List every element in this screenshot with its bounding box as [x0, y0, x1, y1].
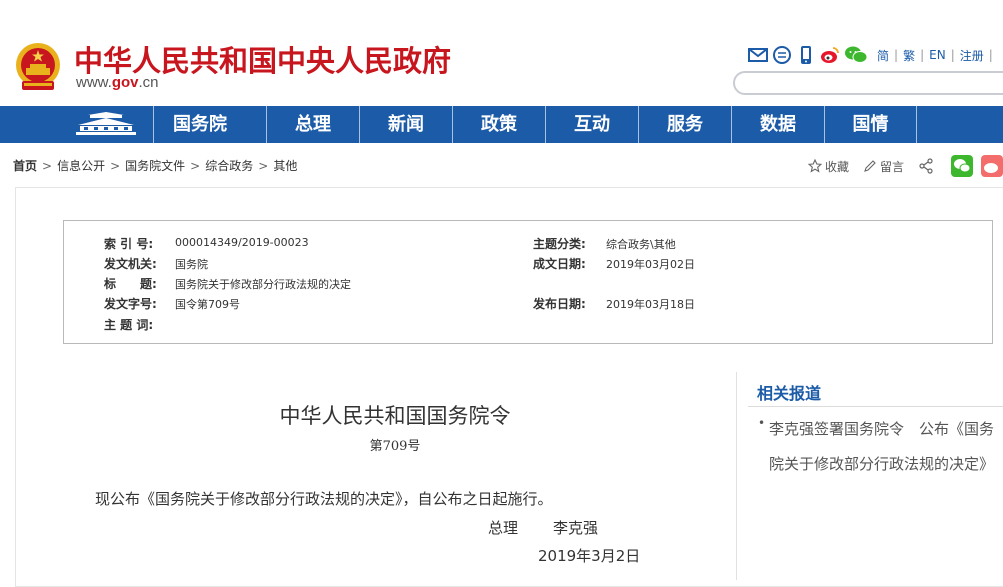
breadcrumb-arrow: >: [258, 159, 269, 173]
bullet-icon: •: [758, 416, 766, 430]
published-date-label: 发布日期:: [533, 297, 586, 311]
breadcrumb-other[interactable]: 其他: [273, 159, 297, 173]
nav-item-interaction[interactable]: 互动: [545, 106, 638, 143]
favorite-button[interactable]: 收藏: [808, 158, 849, 175]
breadcrumb-general-affairs[interactable]: 综合政务: [205, 159, 253, 173]
lang-separator: |: [988, 48, 993, 62]
wechat-icon[interactable]: [844, 45, 868, 65]
breadcrumb-arrow: >: [190, 159, 201, 173]
title-value: 国务院关于修改部分行政法规的决定: [175, 278, 351, 291]
home-gate-icon[interactable]: [72, 112, 140, 138]
lang-separator: |: [894, 48, 899, 62]
site-url-prefix: www.: [76, 74, 112, 91]
national-emblem-logo[interactable]: [14, 41, 62, 93]
title-label: 标 题:: [104, 277, 157, 291]
nav-item-data[interactable]: 数据: [731, 106, 824, 143]
breadcrumb-home[interactable]: 首页: [13, 159, 37, 173]
main-nav: 国务院 总理 新闻 政策 互动 服务 数据 国情: [0, 106, 1003, 143]
mail-icon[interactable]: [748, 45, 768, 65]
header-tools: 简 | 繁 | EN | 注册 |: [748, 44, 993, 66]
document-date: 2019年3月2日: [538, 547, 641, 565]
site-url-suffix: .cn: [138, 74, 159, 91]
search-input[interactable]: [733, 71, 1003, 95]
doc-number-value: 国令第709号: [175, 298, 240, 311]
category-label: 主题分类:: [533, 237, 586, 251]
share-icon[interactable]: [918, 158, 937, 174]
nav-item-news[interactable]: 新闻: [359, 106, 452, 143]
signer-name: 李克强: [553, 519, 599, 537]
lang-english-link[interactable]: EN: [929, 48, 946, 62]
document-title: 中华人民共和国国务院令: [279, 404, 511, 428]
breadcrumb-info-disclosure[interactable]: 信息公开: [57, 159, 105, 173]
signer-title: 总理: [488, 519, 519, 537]
document-info-table: 索 引 号: 000014349/2019-00023 主题分类: 综合政务\其…: [63, 220, 993, 344]
weibo-icon[interactable]: [820, 45, 840, 65]
category-value: 综合政务\其他: [606, 238, 676, 251]
created-date-label: 成文日期:: [533, 257, 586, 271]
lang-separator: |: [950, 48, 955, 62]
related-reports-divider: [748, 406, 1003, 407]
comment-button[interactable]: 留言: [863, 158, 904, 175]
comment-label: 留言: [880, 159, 905, 174]
created-date-value: 2019年03月02日: [606, 258, 695, 271]
nav-item-national-info[interactable]: 国情: [824, 106, 917, 143]
lang-traditional-link[interactable]: 繁: [903, 47, 915, 64]
related-report-link[interactable]: 李克强签署国务院令 公布《国务院关于修改部分行政法规的决定》: [769, 412, 1001, 482]
lang-separator: |: [920, 48, 925, 62]
doc-number-label: 发文字号:: [104, 297, 157, 311]
star-icon: [808, 159, 822, 173]
breadcrumb: 首页 > 信息公开 > 国务院文件 > 综合政务 > 其他: [13, 157, 297, 174]
chat-icon[interactable]: [772, 45, 792, 65]
nav-item-services[interactable]: 服务: [638, 106, 731, 143]
page-actions: 收藏 留言: [808, 155, 1003, 177]
index-label: 索 引 号:: [104, 237, 154, 251]
register-link[interactable]: 注册: [960, 47, 984, 64]
document-body: 现公布《国务院关于修改部分行政法规的决定》，自公布之日起施行。: [95, 490, 553, 508]
sidebar-divider: [736, 372, 737, 580]
wechat-share-icon[interactable]: [951, 155, 974, 177]
keywords-label: 主 题 词:: [104, 318, 154, 332]
related-reports-title: 相关报道: [757, 384, 822, 403]
nav-item-premier[interactable]: 总理: [266, 106, 359, 143]
issuer-value: 国务院: [175, 258, 208, 271]
index-value: 000014349/2019-00023: [175, 236, 309, 249]
site-header: 中华人民共和国中央人民政府 www.gov.cn 简 | 繁 | EN | 注册…: [0, 0, 1003, 106]
breadcrumb-arrow: >: [110, 159, 121, 173]
breadcrumb-state-council-docs[interactable]: 国务院文件: [125, 159, 185, 173]
nav-item-state-council[interactable]: 国务院: [153, 106, 246, 143]
mobile-icon[interactable]: [796, 45, 816, 65]
lang-simplified-link[interactable]: 简: [877, 47, 889, 64]
favorite-label: 收藏: [825, 159, 850, 174]
weibo-share-icon[interactable]: [981, 155, 1003, 177]
pencil-icon: [864, 160, 876, 172]
site-url-gov: gov: [111, 74, 139, 91]
document-number: 第709号: [369, 439, 421, 454]
site-url: www.gov.cn: [76, 74, 159, 91]
breadcrumb-arrow: >: [42, 159, 53, 173]
nav-item-policy[interactable]: 政策: [452, 106, 545, 143]
published-date-value: 2019年03月18日: [606, 298, 695, 311]
issuer-label: 发文机关:: [104, 257, 157, 271]
